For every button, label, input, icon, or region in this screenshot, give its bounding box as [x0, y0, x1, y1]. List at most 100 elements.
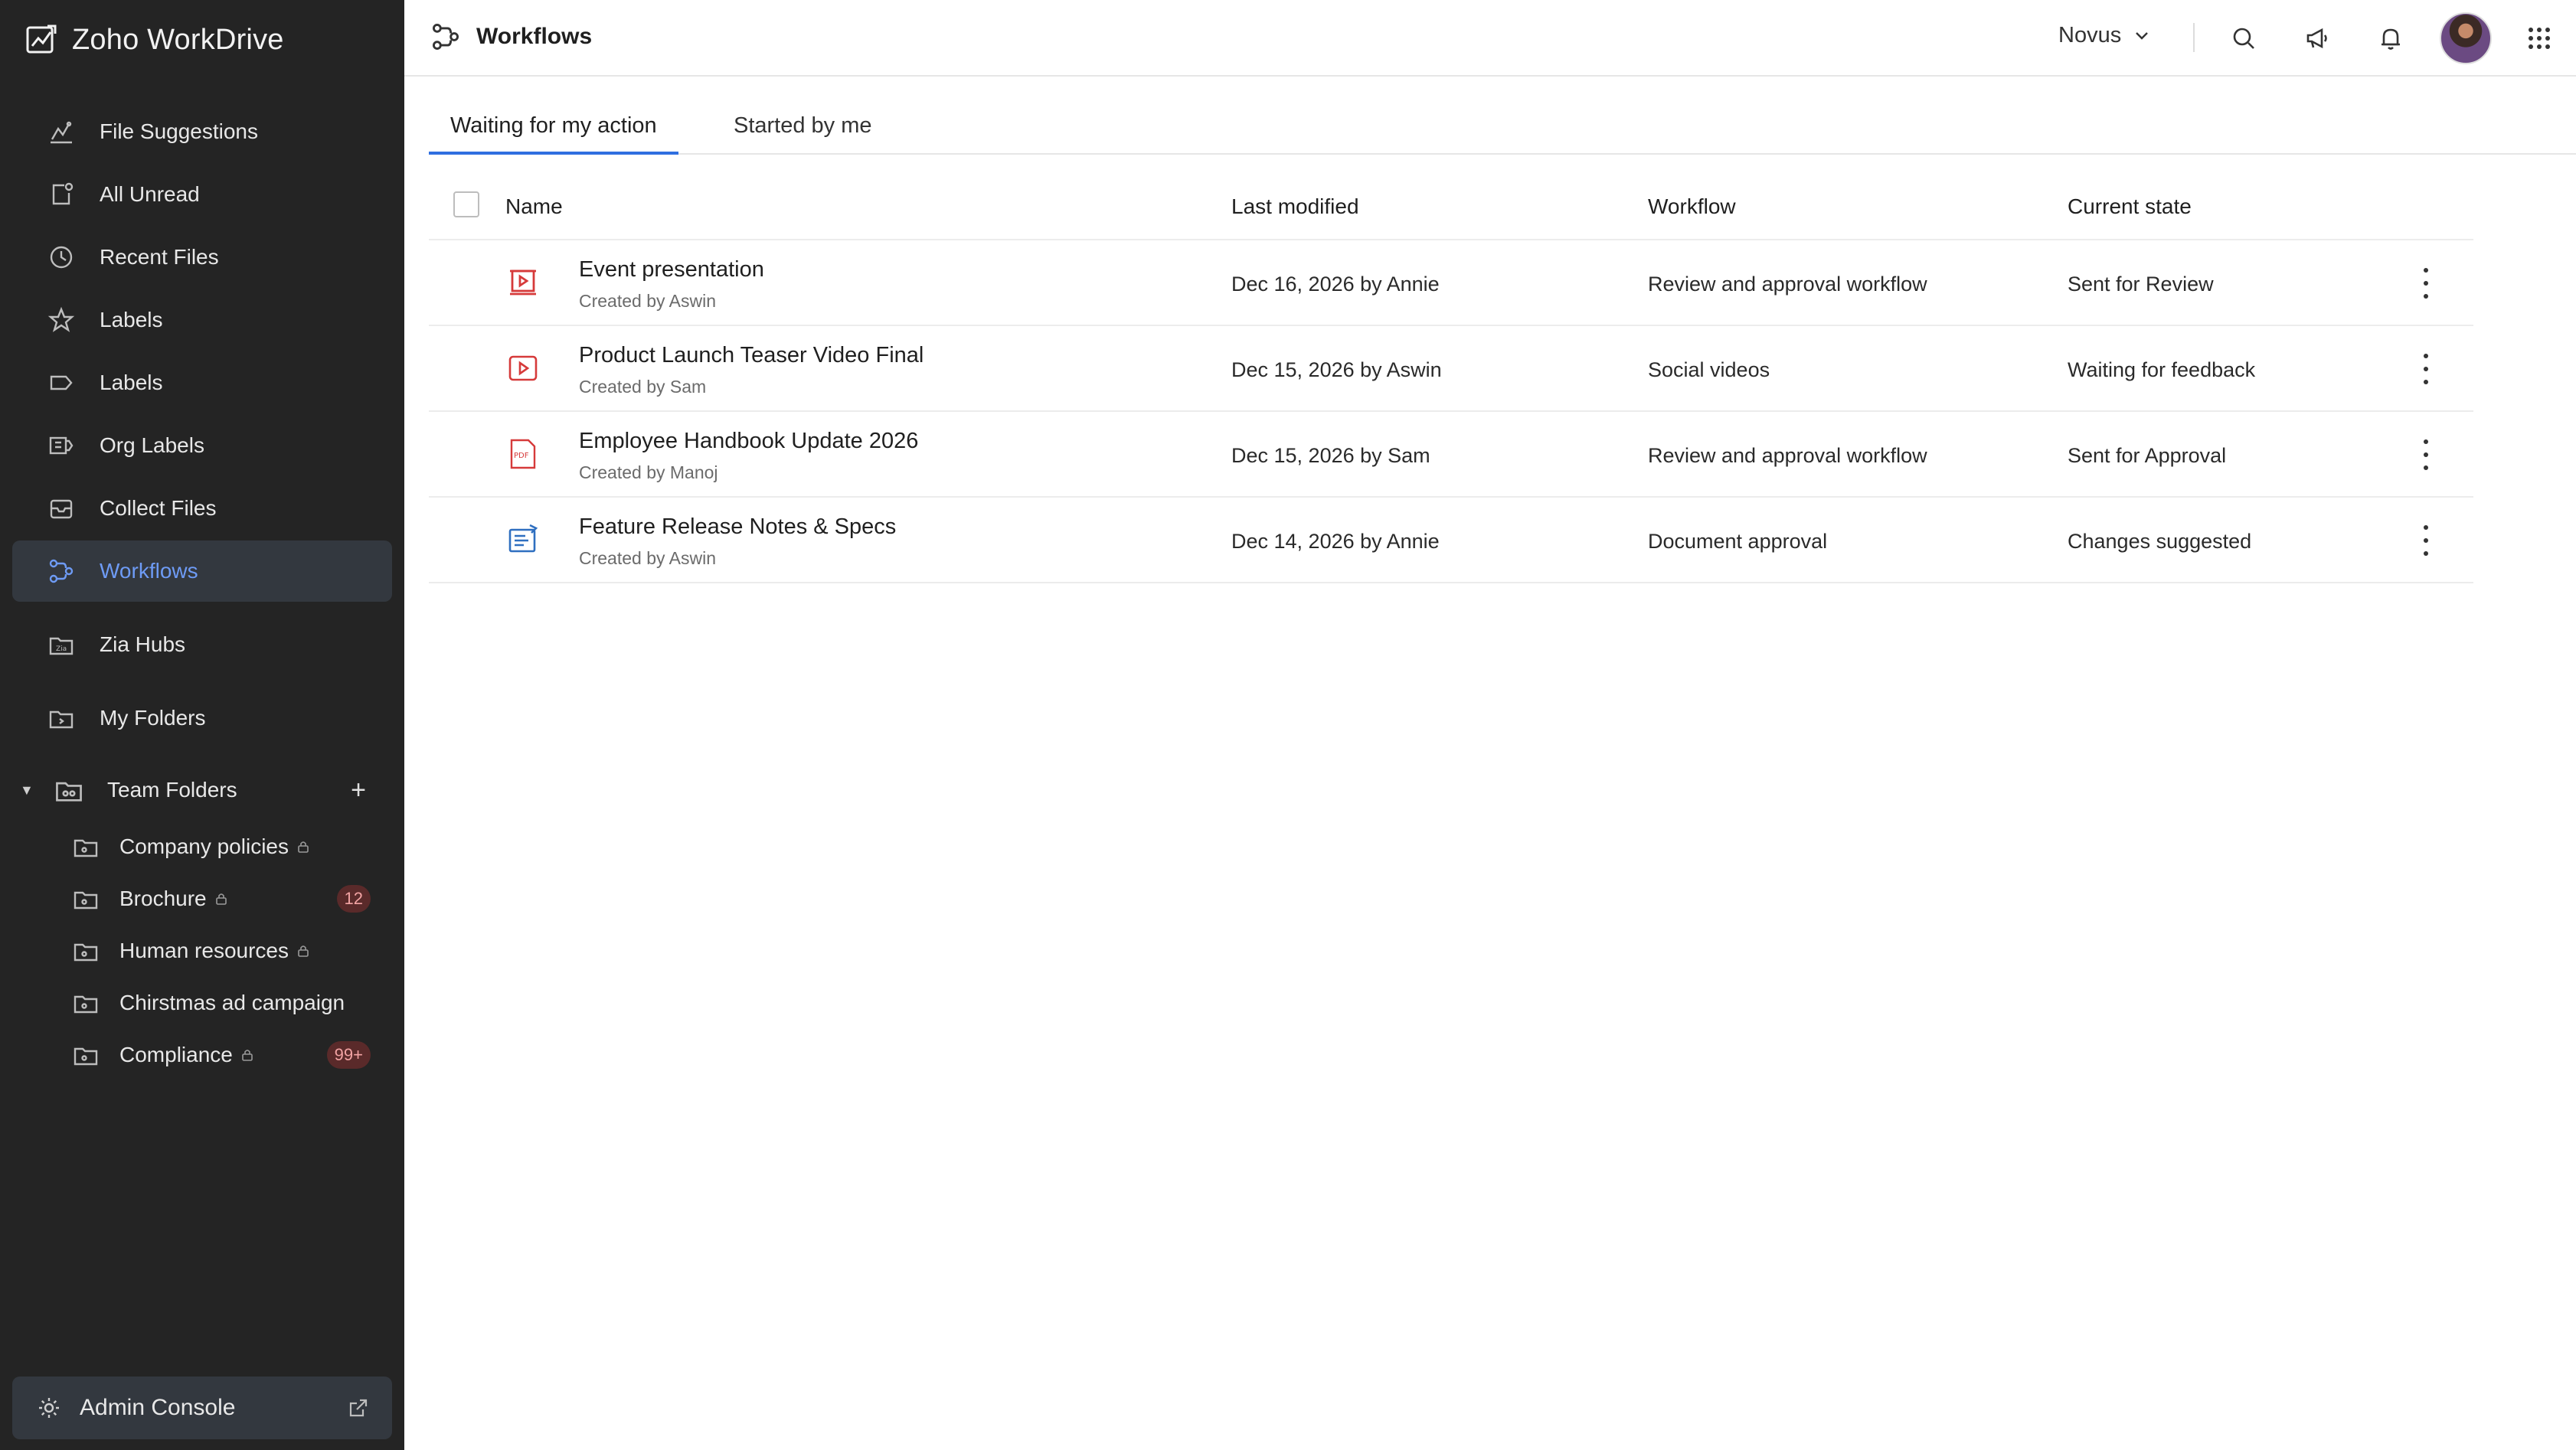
label-tag-icon [46, 367, 77, 398]
team-folder-label: Brochure [119, 887, 207, 910]
last-modified: Dec 15, 2026 by Aswin [1231, 358, 1442, 381]
page-title: Workflows [476, 24, 593, 49]
tab-waiting-for-my-action[interactable]: Waiting for my action [429, 113, 678, 155]
sidebar-team-folders[interactable]: ▼ Team Folders + [12, 759, 392, 821]
team-folder-label: Compliance [119, 1043, 233, 1066]
add-team-folder-button[interactable]: + [351, 776, 366, 805]
admin-console-label: Admin Console [80, 1395, 236, 1420]
column-header-name[interactable]: Name [505, 194, 563, 219]
sidebar-item-my-folders[interactable]: My Folders [12, 687, 392, 749]
org-name: Novus [2058, 23, 2122, 47]
last-modified: Dec 16, 2026 by Annie [1231, 273, 1440, 296]
current-state: Changes suggested [2068, 530, 2252, 553]
created-by: Created by Sam [579, 377, 707, 397]
file-suggestions-icon [46, 116, 77, 147]
team-folder-label: Company policies [119, 834, 289, 858]
team-folder-item[interactable]: Human resources [12, 926, 392, 975]
file-name[interactable]: Employee Handbook Update 2026 [579, 429, 918, 454]
unread-count-badge: 99+ [326, 1041, 371, 1069]
column-header-current-state[interactable]: Current state [2068, 194, 2192, 219]
app-launcher-button[interactable] [2522, 21, 2556, 55]
presentation-file-icon [510, 269, 536, 296]
sidebar-item-label: Labels [100, 308, 163, 331]
team-folders-icon [56, 782, 82, 802]
avatar[interactable] [2440, 12, 2492, 64]
pdf-file-icon: PDF [510, 439, 536, 469]
sidebar-item-label: Workflows [100, 559, 198, 583]
my-folders-icon [46, 703, 77, 733]
unread-icon [46, 179, 77, 210]
team-folder-item[interactable]: Chirstmas ad campaign [12, 978, 392, 1027]
org-labels-icon [46, 430, 77, 461]
sidebar-item-label: Labels [100, 371, 163, 394]
sidebar-item-label: Org Labels [100, 433, 204, 457]
sidebar-item-file-suggestions[interactable]: File Suggestions [12, 101, 392, 162]
lock-icon [242, 1050, 253, 1061]
table-row[interactable]: PDF Employee Handbook Update 2026 Create… [429, 412, 2473, 498]
notifications-button[interactable] [2374, 21, 2408, 55]
more-options-icon[interactable] [2418, 525, 2434, 556]
sidebar-item-label: Recent Files [100, 245, 219, 269]
collect-files-icon [46, 493, 77, 524]
video-file-icon [508, 355, 538, 381]
column-header-last-modified[interactable]: Last modified [1231, 194, 1359, 219]
sidebar-item-collect-files[interactable]: Collect Files [12, 478, 392, 539]
more-options-icon[interactable] [2418, 354, 2434, 384]
sidebar: Zoho WorkDrive File Suggestions All Unre… [0, 0, 404, 1450]
chevron-down-icon [2136, 31, 2149, 40]
created-by: Created by Aswin [579, 548, 716, 568]
app-name: Zoho WorkDrive [72, 23, 284, 56]
caret-down-icon[interactable]: ▼ [20, 782, 41, 798]
team-folder-item[interactable]: Compliance 99+ [12, 1030, 392, 1079]
workflows-icon [433, 23, 459, 50]
team-folder-item[interactable]: Brochure 12 [12, 874, 392, 923]
sidebar-item-label: Collect Files [100, 496, 217, 520]
megaphone-icon [2306, 28, 2327, 49]
lock-icon [215, 893, 227, 905]
search-icon [2233, 28, 2254, 49]
star-icon [46, 305, 77, 335]
sidebar-item-label: File Suggestions [100, 119, 259, 143]
workflows-icon [46, 556, 77, 586]
file-name[interactable]: Event presentation [579, 257, 764, 282]
table-row[interactable]: Event presentation Created by Aswin Dec … [429, 240, 2473, 326]
grid-apps-icon [2529, 28, 2550, 49]
select-all-checkbox[interactable] [453, 191, 479, 217]
team-folder-icon [74, 839, 98, 857]
team-folder-icon [74, 943, 98, 962]
sidebar-item-recent-files[interactable]: Recent Files [12, 227, 392, 288]
page-title-area: Workflows [430, 21, 592, 52]
column-header-workflow[interactable]: Workflow [1648, 194, 1736, 219]
sidebar-item-workflows[interactable]: Workflows [12, 540, 392, 602]
header-divider [2193, 23, 2195, 52]
sidebar-item-all-unread[interactable]: All Unread [12, 164, 392, 225]
lock-icon [298, 945, 309, 957]
announcements-button[interactable] [2300, 21, 2334, 55]
more-options-icon[interactable] [2418, 268, 2434, 299]
current-state: Sent for Approval [2068, 444, 2227, 467]
table-row[interactable]: Product Launch Teaser Video Final Create… [429, 326, 2473, 412]
table-header: Name Last modified Workflow Current stat… [429, 173, 2473, 240]
admin-console-button[interactable]: Admin Console [12, 1377, 392, 1439]
external-link-icon [349, 1399, 368, 1417]
sidebar-item-labels[interactable]: Labels [12, 352, 392, 413]
org-switcher[interactable]: Novus [2058, 23, 2152, 48]
workflow-name: Review and approval workflow [1648, 273, 1927, 296]
sidebar-item-label: All Unread [100, 182, 200, 206]
sidebar-item-zia-hubs[interactable]: Zia Zia Hubs [12, 614, 392, 675]
tab-started-by-me[interactable]: Started by me [712, 113, 894, 155]
sidebar-item-org-labels[interactable]: Org Labels [12, 415, 392, 476]
workflow-name: Social videos [1648, 358, 1770, 381]
current-state: Sent for Review [2068, 273, 2214, 296]
table-row[interactable]: Feature Release Notes & Specs Created by… [429, 498, 2473, 583]
file-name[interactable]: Feature Release Notes & Specs [579, 514, 896, 540]
sidebar-item-labels-starred[interactable]: Labels [12, 289, 392, 351]
brand[interactable]: Zoho WorkDrive [25, 18, 284, 61]
file-name[interactable]: Product Launch Teaser Video Final [579, 343, 924, 368]
search-button[interactable] [2227, 21, 2261, 55]
team-folder-item[interactable]: Company policies [12, 822, 392, 871]
team-folder-icon [74, 995, 98, 1014]
clock-icon [46, 242, 77, 273]
svg-text:Zia: Zia [56, 645, 67, 653]
more-options-icon[interactable] [2418, 439, 2434, 470]
